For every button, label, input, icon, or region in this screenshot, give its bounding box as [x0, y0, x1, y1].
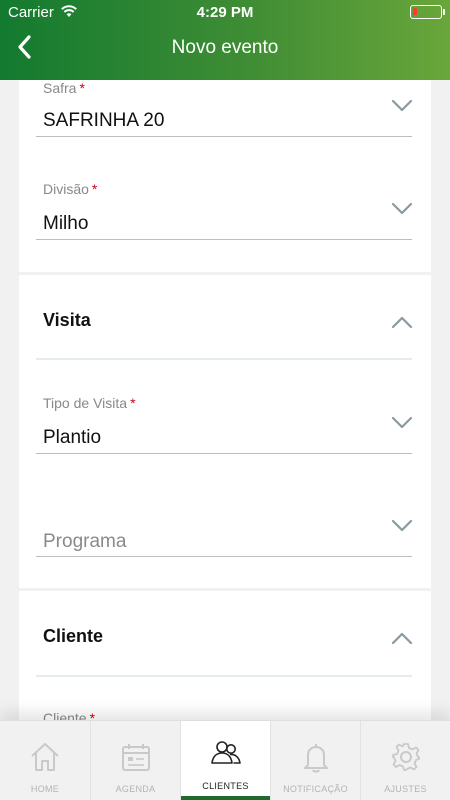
visita-card: Visita Tipo de Visita * Plantio Programa — [19, 275, 431, 588]
status-time: 4:29 PM — [196, 4, 254, 21]
tipo-visita-label: Tipo de Visita * — [43, 395, 136, 411]
tab-bar: HOME AGENDA CLIENTES NOTIFICAÇÃO AJUSTES — [0, 720, 450, 800]
tab-notificacao[interactable]: NOTIFICAÇÃO — [270, 721, 360, 800]
tab-clientes[interactable]: CLIENTES — [180, 721, 271, 800]
gear-icon — [392, 743, 420, 771]
tab-home[interactable]: HOME — [0, 721, 90, 800]
tab-agenda[interactable]: AGENDA — [90, 721, 180, 800]
safra-underline — [36, 136, 412, 137]
page-title: Novo evento — [171, 37, 279, 58]
visita-section-title[interactable]: Visita — [43, 310, 91, 331]
chevron-up-icon[interactable] — [391, 631, 413, 645]
programa-underline — [36, 556, 412, 557]
tab-ajustes[interactable]: AJUSTES — [360, 721, 450, 800]
tab-label: NOTIFICAÇÃO — [283, 784, 348, 794]
required-marker: * — [91, 181, 98, 197]
form-scroll-area[interactable]: Safra * SAFRINHA 20 Divisão * Milho Visita… — [0, 80, 450, 720]
cliente-section-title[interactable]: Cliente — [43, 626, 103, 647]
tab-label: HOME — [30, 784, 60, 794]
bell-icon — [304, 744, 328, 773]
chevron-down-icon[interactable] — [391, 519, 413, 533]
divisao-label: Divisão * — [43, 181, 98, 197]
required-marker: * — [130, 395, 136, 411]
section-divider — [36, 358, 412, 360]
home-icon — [31, 743, 59, 771]
chevron-down-icon[interactable] — [391, 99, 413, 113]
section-divider — [36, 675, 412, 677]
tipo-visita-underline — [36, 453, 412, 454]
calendar-icon — [122, 744, 150, 771]
chevron-up-icon[interactable] — [391, 315, 413, 329]
tipo-visita-select[interactable]: Plantio — [43, 427, 101, 449]
safra-select[interactable]: SAFRINHA 20 — [43, 110, 164, 132]
required-marker: * — [89, 710, 96, 720]
divisao-underline — [36, 239, 412, 240]
cliente-label: Cliente * — [43, 710, 95, 720]
battery-icon — [410, 5, 445, 19]
tab-label: AJUSTES — [384, 784, 427, 794]
status-bar: Carrier 4:29 PM — [0, 0, 450, 26]
programa-select[interactable]: Programa — [43, 531, 126, 553]
cliente-card: Cliente Cliente * — [19, 591, 431, 720]
chevron-down-icon[interactable] — [391, 416, 413, 430]
required-marker: * — [79, 80, 85, 96]
tab-label: CLIENTES — [202, 781, 249, 791]
app-header: Carrier 4:29 PM Novo evento — [0, 0, 450, 80]
users-icon — [211, 741, 241, 764]
safra-label: Safra * — [43, 80, 85, 96]
divisao-select[interactable]: Milho — [43, 213, 88, 235]
chevron-down-icon[interactable] — [391, 202, 413, 216]
tab-label: AGENDA — [115, 784, 156, 794]
active-tab-indicator — [181, 796, 271, 800]
evento-card: Safra * SAFRINHA 20 Divisão * Milho — [19, 80, 431, 272]
